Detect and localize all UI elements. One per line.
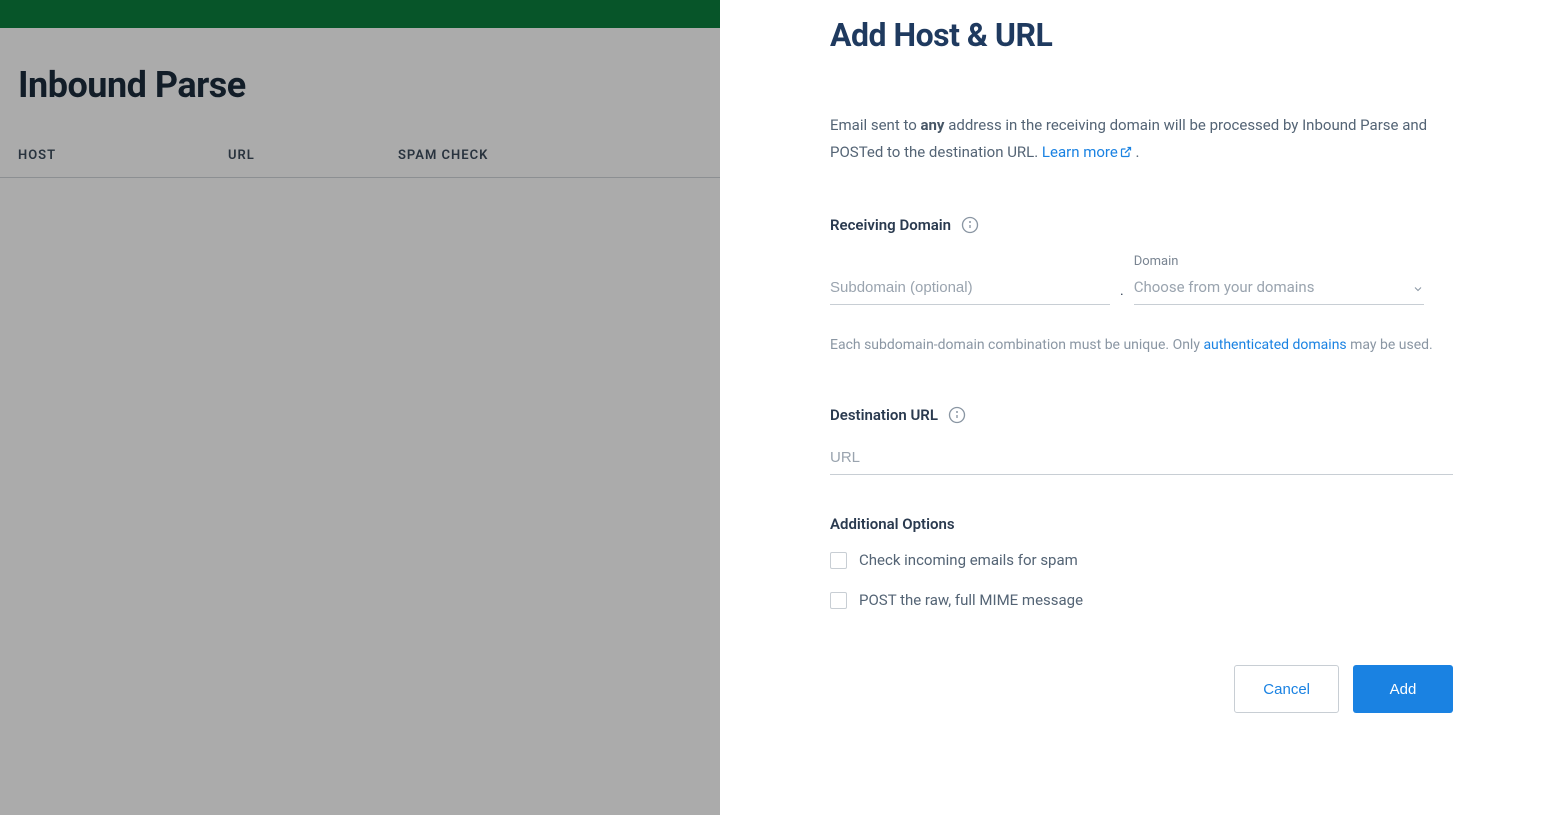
spam-check-label: Check incoming emails for spam	[859, 551, 1078, 569]
domain-field-wrap: Domain Choose from your domains	[1134, 254, 1424, 305]
raw-mime-label: POST the raw, full MIME message	[859, 591, 1083, 609]
column-url: URL	[228, 148, 398, 163]
authenticated-domains-link[interactable]: authenticated domains	[1203, 337, 1346, 353]
spam-check-checkbox[interactable]	[830, 552, 847, 569]
domain-select[interactable]: Choose from your domains	[1134, 273, 1424, 305]
unique-text-pre: Each subdomain-domain combination must b…	[830, 337, 1203, 353]
cancel-button[interactable]: Cancel	[1234, 665, 1339, 713]
button-row: Cancel Add	[830, 665, 1453, 713]
unique-text-post: may be used.	[1347, 337, 1433, 353]
chevron-down-icon	[1412, 283, 1424, 295]
column-host: HOST	[18, 148, 228, 163]
raw-mime-option[interactable]: POST the raw, full MIME message	[830, 591, 1453, 609]
intro-period: .	[1132, 143, 1140, 161]
receiving-domain-heading: Receiving Domain	[830, 216, 1453, 234]
domain-label: Domain	[1134, 254, 1424, 269]
info-icon[interactable]	[961, 216, 979, 234]
domain-select-placeholder: Choose from your domains	[1134, 273, 1424, 305]
dot-separator: .	[1120, 283, 1124, 305]
receiving-domain-label: Receiving Domain	[830, 216, 951, 234]
panel-intro: Email sent to any address in the receivi…	[830, 112, 1453, 166]
domain-row: . Domain Choose from your domains	[830, 254, 1453, 305]
subdomain-input[interactable]	[830, 274, 1110, 305]
spam-check-option[interactable]: Check incoming emails for spam	[830, 551, 1453, 569]
raw-mime-checkbox[interactable]	[830, 592, 847, 609]
additional-options-heading: Additional Options	[830, 515, 1453, 533]
learn-more-text: Learn more	[1042, 143, 1118, 161]
info-icon[interactable]	[948, 406, 966, 424]
learn-more-link[interactable]: Learn more	[1042, 143, 1132, 161]
destination-url-heading: Destination URL	[830, 406, 1453, 424]
subdomain-field-wrap	[830, 274, 1110, 305]
add-button[interactable]: Add	[1353, 665, 1453, 713]
destination-url-input[interactable]	[830, 444, 1453, 475]
domain-help-text: Each subdomain-domain combination must b…	[830, 333, 1453, 358]
destination-url-label: Destination URL	[830, 406, 938, 424]
external-link-icon	[1120, 146, 1132, 158]
add-host-url-panel: Add Host & URL Email sent to any address…	[720, 0, 1563, 815]
intro-text-pre: Email sent to	[830, 116, 921, 134]
panel-title: Add Host & URL	[830, 16, 1453, 54]
intro-bold: any	[921, 116, 945, 134]
